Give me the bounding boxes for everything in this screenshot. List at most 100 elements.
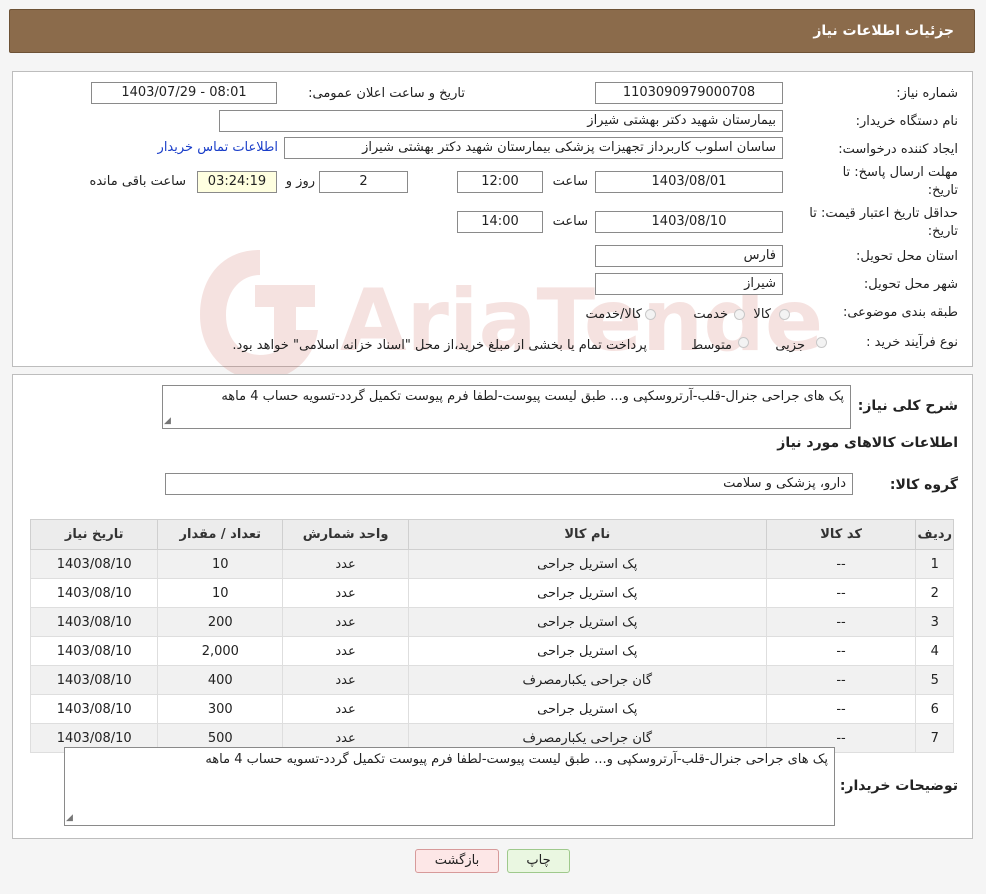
buyer-notes-label: توضیحات خریدار: — [839, 778, 958, 794]
announce-field: 1403/07/29 - 08:01 — [91, 82, 277, 104]
process-radio-minor[interactable] — [816, 337, 827, 348]
need-number-field: 1103090979000708 — [595, 82, 783, 104]
category-option-goods-service: کالا/خدمت — [585, 307, 642, 322]
remaining-time-label: ساعت باقی مانده — [89, 174, 186, 189]
process-option-medium: متوسط — [691, 338, 732, 353]
print-button[interactable]: چاپ — [507, 849, 570, 873]
cell-date: 1403/08/10 — [29, 694, 159, 724]
cell-row-number: 1 — [915, 549, 954, 579]
table-row: 3 -- پک استریل جراحی عدد 200 1403/08/10 — [29, 607, 954, 637]
cell-row-number: 4 — [915, 636, 954, 666]
process-label: نوع فرآیند خرید : — [866, 335, 958, 350]
category-radio-goods[interactable] — [779, 309, 790, 320]
category-option-goods: کالا — [753, 307, 771, 322]
cell-unit: عدد — [282, 636, 409, 666]
validity-date-field: 1403/08/10 — [595, 211, 783, 233]
cell-name: پک استریل جراحی — [407, 578, 767, 608]
col-qty-header: تعداد / مقدار — [157, 519, 284, 550]
cell-unit: عدد — [282, 549, 409, 579]
days-field: 2 — [319, 171, 408, 193]
col-date-header: تاریخ نیاز — [29, 519, 159, 550]
remaining-time-field: 03:24:19 — [197, 171, 277, 193]
category-radio-goods-service[interactable] — [645, 309, 656, 320]
cell-name: پک استریل جراحی — [407, 694, 767, 724]
deadline-time-field: 12:00 — [457, 171, 543, 193]
cell-qty: 10 — [157, 578, 284, 608]
province-field: فارس — [595, 245, 783, 267]
page-header: جزئیات اطلاعات نیاز — [9, 9, 975, 53]
buyer-org-label: نام دستگاه خریدار: — [855, 114, 958, 129]
col-name-header: نام کالا — [407, 519, 767, 550]
goods-group-field: دارو، پزشکی و سلامت — [165, 473, 853, 495]
table-row: 2 -- پک استریل جراحی عدد 10 1403/08/10 — [29, 578, 954, 608]
resize-handle-icon: ◢ — [66, 813, 73, 823]
cell-row-number: 6 — [915, 694, 954, 724]
validity-label-2: تاریخ: — [927, 224, 958, 239]
cell-code: -- — [765, 636, 917, 666]
city-label: شهر محل تحویل: — [863, 277, 958, 292]
cell-unit: عدد — [282, 665, 409, 695]
buyer-org-field: بیمارستان شهید دکتر بهشتی شیراز — [219, 110, 783, 132]
buyer-contact-link[interactable]: اطلاعات تماس خریدار — [158, 140, 278, 155]
cell-unit: عدد — [282, 607, 409, 637]
cell-row-number: 5 — [915, 665, 954, 695]
table-header-row: ردیف کد کالا نام کالا واحد شمارش تعداد /… — [29, 519, 954, 550]
table-row: 1 -- پک استریل جراحی عدد 10 1403/08/10 — [29, 549, 954, 579]
cell-code: -- — [765, 665, 917, 695]
days-label: روز و — [285, 174, 315, 189]
cell-code: -- — [765, 607, 917, 637]
category-radio-service[interactable] — [734, 309, 745, 320]
province-label: استان محل تحویل: — [856, 249, 958, 264]
process-option-minor: جزیی — [775, 338, 805, 353]
buyer-notes-textarea[interactable]: پک های جراحی جنرال-قلب-آرتروسکپی و... طب… — [64, 747, 835, 826]
cell-date: 1403/08/10 — [29, 578, 159, 608]
col-unit-header: واحد شمارش — [282, 519, 409, 550]
cell-name: پک استریل جراحی — [407, 549, 767, 579]
table-row: 6 -- پک استریل جراحی عدد 300 1403/08/10 — [29, 694, 954, 724]
summary-label: شرح کلی نیاز: — [857, 398, 958, 414]
cell-qty: 300 — [157, 694, 284, 724]
cell-qty: 2,000 — [157, 636, 284, 666]
page-title: جزئیات اطلاعات نیاز — [813, 23, 954, 39]
cell-name: پک استریل جراحی — [407, 636, 767, 666]
goods-section-title: اطلاعات کالاهای مورد نیاز — [777, 435, 958, 451]
cell-row-number: 2 — [915, 578, 954, 608]
back-button[interactable]: بازگشت — [415, 849, 499, 873]
cell-unit: عدد — [282, 578, 409, 608]
announce-label: تاریخ و ساعت اعلان عمومی: — [308, 86, 465, 101]
category-option-service: خدمت — [693, 307, 728, 322]
cell-code: -- — [765, 549, 917, 579]
cell-name: پک استریل جراحی — [407, 607, 767, 637]
table-row: 4 -- پک استریل جراحی عدد 2,000 1403/08/1… — [29, 636, 954, 666]
cell-qty: 400 — [157, 665, 284, 695]
requester-field: ساسان اسلوب کاربرداز تجهیزات پزشکی بیمار… — [284, 137, 783, 159]
validity-label: حداقل تاریخ اعتبار قیمت: تا — [809, 206, 958, 221]
cell-date: 1403/08/10 — [29, 607, 159, 637]
cell-date: 1403/08/10 — [29, 549, 159, 579]
cell-date: 1403/08/10 — [29, 665, 159, 695]
process-radio-medium[interactable] — [738, 337, 749, 348]
category-label: طبقه بندی موضوعی: — [842, 305, 958, 320]
cell-qty: 10 — [157, 549, 284, 579]
requester-label: ایجاد کننده درخواست: — [838, 142, 958, 157]
city-field: شیراز — [595, 273, 783, 295]
cell-date: 1403/08/10 — [29, 636, 159, 666]
cell-row-number: 3 — [915, 607, 954, 637]
table-row: 5 -- گان جراحی یکبارمصرف عدد 400 1403/08… — [29, 665, 954, 695]
process-note: پرداخت تمام یا بخشی از مبلغ خرید،از محل … — [232, 338, 647, 353]
resize-handle-icon: ◢ — [164, 416, 171, 426]
deadline-date-field: 1403/08/01 — [595, 171, 783, 193]
goods-group-label: گروه کالا: — [889, 477, 958, 493]
cell-name: گان جراحی یکبارمصرف — [407, 665, 767, 695]
need-number-label: شماره نیاز: — [896, 86, 958, 101]
deadline-label-2: تاریخ: — [927, 183, 958, 198]
validity-time-label: ساعت — [552, 214, 588, 229]
cell-qty: 200 — [157, 607, 284, 637]
cell-row-number: 7 — [915, 723, 954, 753]
goods-table: ردیف کد کالا نام کالا واحد شمارش تعداد /… — [29, 519, 954, 753]
col-row-header: ردیف — [915, 519, 954, 550]
cell-unit: عدد — [282, 694, 409, 724]
summary-textarea[interactable]: پک های جراحی جنرال-قلب-آرتروسکپی و... طب… — [162, 385, 851, 429]
cell-code: -- — [765, 694, 917, 724]
col-code-header: کد کالا — [765, 519, 917, 550]
